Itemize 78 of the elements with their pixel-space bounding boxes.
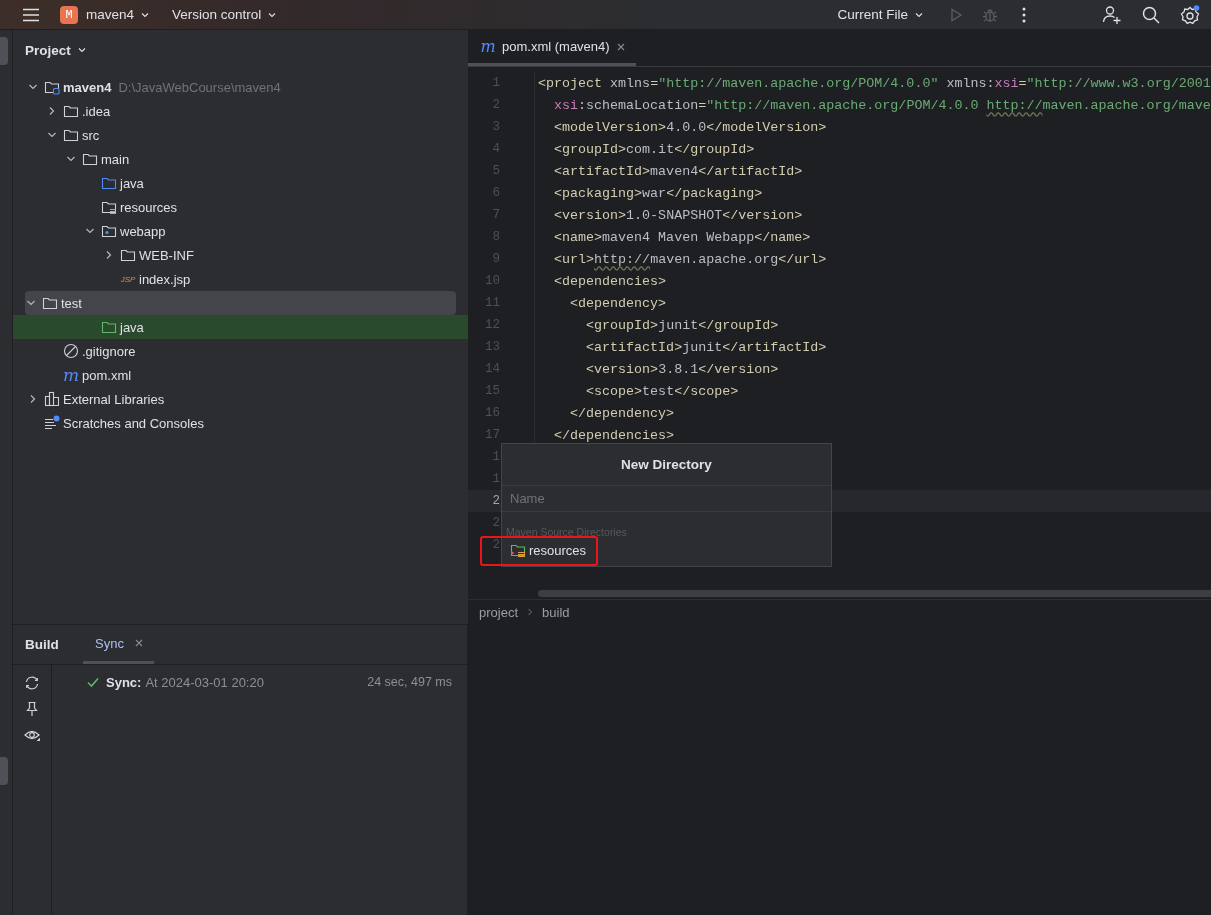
caret-icon <box>76 45 87 55</box>
project-logo: M <box>60 5 78 24</box>
tree-item[interactable]: resources <box>13 195 468 219</box>
pin-icon[interactable] <box>24 701 40 717</box>
task-label: Sync: <box>106 674 142 690</box>
settings-icon[interactable] <box>1180 4 1200 25</box>
code-line: <modelVersion>4.0.0</modelVersion> <box>553 119 827 135</box>
folder-icon <box>101 319 117 335</box>
add-user-icon[interactable] <box>1102 4 1122 25</box>
breadcrumb[interactable]: build <box>542 604 570 620</box>
code-line: <name>maven4 Maven Webapp</name> <box>553 229 811 245</box>
code-line: <groupId>com.it</groupId> <box>553 141 755 157</box>
tree-item[interactable]: m pom.xml <box>13 363 468 387</box>
code-line: <version>1.0-SNAPSHOT</version> <box>553 207 803 223</box>
close-icon[interactable] <box>615 41 626 52</box>
folder-icon <box>82 151 98 167</box>
chevron-right-icon <box>526 607 535 617</box>
code-line: <scope>test</scope> <box>585 383 739 399</box>
code-line: <artifactId>junit</artifactId> <box>585 339 827 355</box>
code-line: </dependency> <box>569 405 675 421</box>
line-number: 2 <box>491 494 500 508</box>
tree-item[interactable]: External Libraries <box>13 387 468 411</box>
task-duration: 24 sec, 497 ms <box>367 675 452 689</box>
code-line: <dependencies> <box>553 273 667 289</box>
code-line: xsi:schemaLocation="http://maven.apache.org/POM/4.0.0 http://maven.apache.org/mave <box>553 97 1211 113</box>
folder-icon <box>42 295 58 311</box>
tree-item[interactable]: java <box>13 171 468 195</box>
project-view-dropdown[interactable]: Project <box>21 42 91 58</box>
scratches-icon <box>44 415 60 431</box>
code-line: <groupId>junit</groupId> <box>585 317 779 333</box>
folder-icon <box>63 103 79 119</box>
tree-item[interactable]: test <box>25 291 456 315</box>
code-line: <version>3.8.1</version> <box>585 361 779 377</box>
sync-icon[interactable] <box>24 675 40 691</box>
breadcrumb[interactable]: project <box>479 604 519 620</box>
code-line: <packaging>war</packaging> <box>553 185 763 201</box>
code-line: <dependency> <box>569 295 667 311</box>
tree-item[interactable]: webapp <box>13 219 468 243</box>
path-hint: D:\JavaWebCourse\maven4 <box>118 79 281 95</box>
tree-item[interactable]: main <box>13 147 468 171</box>
tree-item[interactable]: JSP index.jsp <box>13 267 468 291</box>
tree-item[interactable]: java <box>13 315 468 339</box>
suggestion-item[interactable]: resources <box>502 538 595 562</box>
tree-item[interactable]: maven4 D:\JavaWebCourse\maven4 <box>13 75 468 99</box>
folder-icon <box>120 247 136 263</box>
sync-tab[interactable]: Sync <box>83 625 154 664</box>
scrollbar-thumb[interactable] <box>538 589 1211 597</box>
project-dropdown[interactable]: maven4 <box>82 7 155 22</box>
web-folder-icon <box>101 223 117 239</box>
resources-folder-icon <box>510 542 526 558</box>
ignore-file-icon <box>63 343 79 359</box>
task-time: At 2024-03-01 20:20 <box>145 674 264 690</box>
module-folder-icon <box>44 79 60 95</box>
code-line: <project xmlns="http://maven.apache.org/POM/4.0.0" xmlns:xsi="http://www.w3.org/2001 <box>537 75 1211 91</box>
maven-file-icon: m <box>480 38 496 55</box>
code-line: <artifactId>maven4</artifactId> <box>553 163 803 179</box>
editor-tab[interactable]: m pom.xml (maven4) <box>468 30 636 66</box>
maven-file-icon: m <box>63 367 79 383</box>
resources-folder-icon <box>101 199 117 215</box>
jsp-file-icon: JSP <box>120 274 136 284</box>
check-icon <box>86 675 100 689</box>
tree-item[interactable]: Scratches and Consoles <box>13 411 468 435</box>
tree-item[interactable]: .idea <box>13 99 468 123</box>
panel-title: Build <box>24 636 60 654</box>
folder-icon <box>101 175 117 191</box>
folder-icon <box>63 127 79 143</box>
tree-item[interactable]: src <box>13 123 468 147</box>
close-icon[interactable] <box>133 638 144 648</box>
vcs-dropdown[interactable]: Version control <box>168 7 282 22</box>
tree-item[interactable]: WEB-INF <box>13 243 468 267</box>
libraries-icon <box>44 391 60 407</box>
tree-item[interactable]: .gitignore <box>13 339 468 363</box>
run-config-dropdown[interactable]: Current File <box>833 7 928 22</box>
search-icon[interactable] <box>1142 5 1160 24</box>
code-line: <url>http://maven.apache.org</url> <box>553 251 827 267</box>
code-line: </dependencies> <box>553 427 675 443</box>
menu-icon[interactable] <box>22 7 40 22</box>
more-icon[interactable] <box>1022 6 1026 23</box>
